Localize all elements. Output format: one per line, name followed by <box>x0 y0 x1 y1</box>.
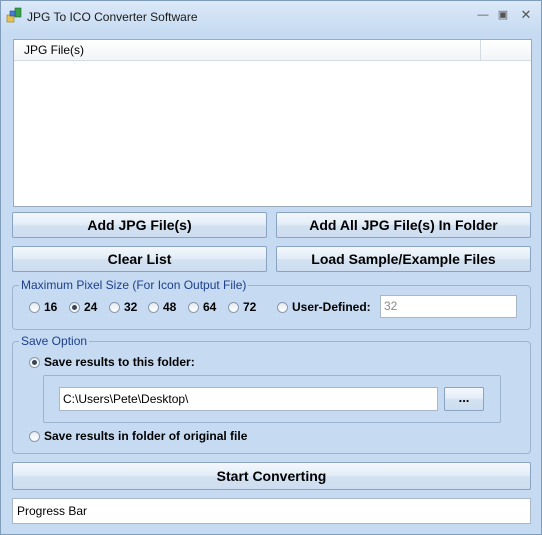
radio-size-64-label: 64 <box>203 300 217 314</box>
close-icon[interactable]: ✕ <box>516 7 536 23</box>
window-title: JPG To ICO Converter Software <box>27 10 198 24</box>
main-window: JPG To ICO Converter Software — ▣ ✕ JPG … <box>0 0 542 535</box>
add-files-button[interactable]: Add JPG File(s) <box>12 212 267 238</box>
radio-save-this-folder[interactable] <box>29 357 40 368</box>
user-defined-size-input[interactable]: 32 <box>380 295 517 318</box>
maximize-icon[interactable]: ▣ <box>493 7 513 23</box>
title-bar[interactable]: JPG To ICO Converter Software — ▣ ✕ <box>1 1 541 33</box>
minimize-icon[interactable]: — <box>473 7 493 23</box>
radio-user-defined-label: User-Defined: <box>292 300 371 314</box>
folder-path-input[interactable]: C:\Users\Pete\Desktop\ <box>59 387 438 411</box>
radio-size-48-label: 48 <box>163 300 177 314</box>
radio-user-defined[interactable] <box>277 302 288 313</box>
radio-size-16[interactable] <box>29 302 40 313</box>
radio-size-48[interactable] <box>148 302 159 313</box>
radio-size-24-label: 24 <box>84 300 98 314</box>
pixel-size-legend: Maximum Pixel Size (For Icon Output File… <box>21 278 247 292</box>
radio-size-32[interactable] <box>109 302 120 313</box>
add-folder-button[interactable]: Add All JPG File(s) In Folder <box>276 212 531 238</box>
radio-size-24[interactable] <box>69 302 80 313</box>
load-sample-button[interactable]: Load Sample/Example Files <box>276 246 531 272</box>
progress-bar: Progress Bar <box>12 498 531 524</box>
file-list[interactable]: JPG File(s) <box>13 39 532 207</box>
radio-size-64[interactable] <box>188 302 199 313</box>
radio-size-72-label: 72 <box>243 300 257 314</box>
radio-size-72[interactable] <box>228 302 239 313</box>
radio-save-original-folder[interactable] <box>29 431 40 442</box>
column-header-jpg-files[interactable]: JPG File(s) <box>14 40 481 60</box>
radio-save-original-folder-label: Save results in folder of original file <box>44 429 248 443</box>
start-converting-button[interactable]: Start Converting <box>12 462 531 490</box>
radio-size-32-label: 32 <box>124 300 138 314</box>
radio-size-16-label: 16 <box>44 300 58 314</box>
file-list-header: JPG File(s) <box>14 40 531 61</box>
save-option-legend: Save Option <box>21 334 88 348</box>
radio-save-this-folder-label: Save results to this folder: <box>44 355 195 369</box>
clear-list-button[interactable]: Clear List <box>12 246 267 272</box>
browse-folder-button[interactable]: ... <box>444 387 484 411</box>
progress-bar-label: Progress Bar <box>17 504 88 518</box>
app-icon <box>6 7 22 23</box>
